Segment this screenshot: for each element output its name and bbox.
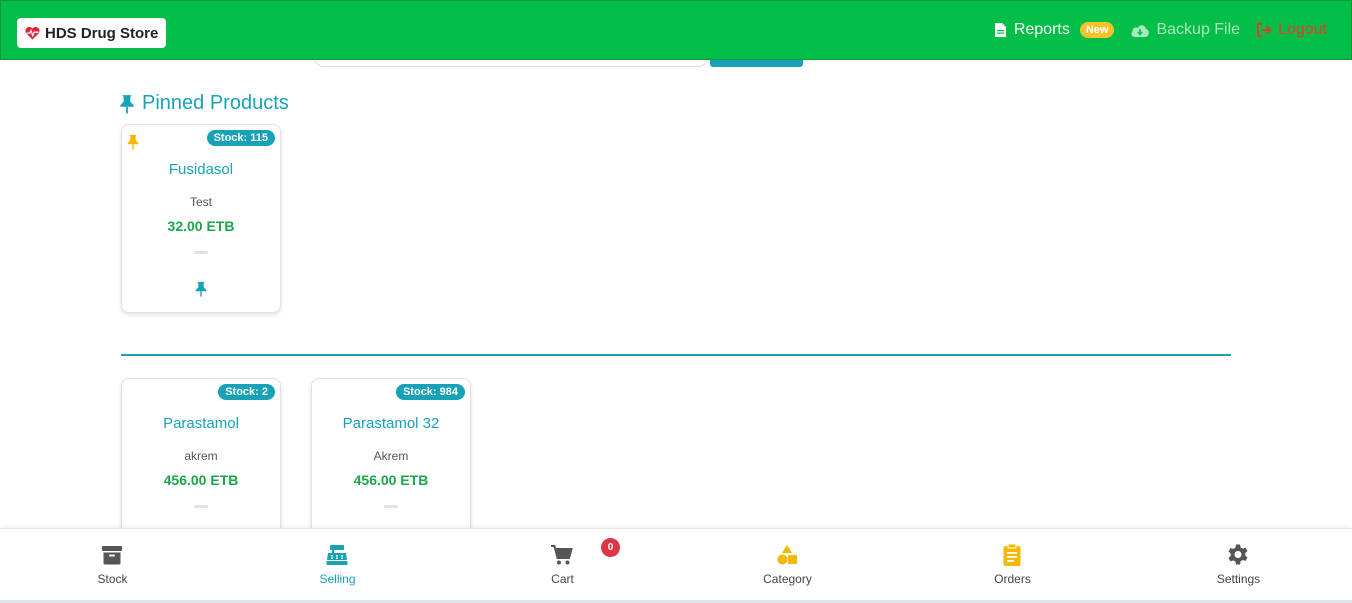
pinned-products-title: Pinned Products [142, 92, 289, 114]
stock-badge: Stock: 984 [395, 384, 465, 400]
reports-link[interactable]: Reports New [992, 21, 1115, 39]
product-name: Parastamol [163, 415, 239, 432]
thumbtack-icon [120, 94, 134, 113]
clipboard-icon [1003, 543, 1021, 566]
product-description: Test [189, 195, 212, 209]
shapes-icon [777, 545, 797, 565]
cloud-download-icon [1131, 25, 1150, 37]
bottom-navigation: Stock Selling 0 Cart Category Orders Set… [0, 528, 1352, 603]
heartbeat-icon [25, 26, 40, 40]
top-navbar: HDS Drug Store Reports New Backup File L… [0, 0, 1352, 60]
stock-badge: Stock: 2 [218, 384, 275, 400]
cart-icon [551, 545, 573, 565]
nav-category[interactable]: Category [675, 529, 900, 601]
nav-label-orders: Orders [994, 572, 1031, 586]
page: HDS Drug Store Reports New Backup File L… [0, 0, 1352, 603]
product-price: 456.00 ETB [353, 472, 429, 488]
nav-links: Reports New Backup File Logout [976, 21, 1327, 39]
file-icon [994, 23, 1006, 37]
logout-label: Logout [1278, 21, 1327, 38]
product-description: Akrem [373, 449, 409, 463]
product-price: 456.00 ETB [163, 472, 239, 488]
backup-file-link[interactable]: Backup File [1130, 21, 1240, 39]
nav-stock[interactable]: Stock [0, 529, 225, 601]
sign-out-icon [1257, 23, 1272, 37]
nav-label-cart: Cart [551, 572, 574, 586]
product-price: 32.00 ETB [167, 218, 235, 234]
reports-label: Reports [1013, 21, 1070, 38]
nav-selling[interactable]: Selling [225, 529, 450, 601]
section-divider [121, 354, 1231, 356]
nav-label-selling: Selling [319, 572, 356, 586]
stock-badge: Stock: 115 [206, 130, 275, 146]
brand-logo[interactable]: HDS Drug Store [17, 18, 167, 48]
archive-icon [102, 546, 122, 565]
pinned-products-heading: Pinned Products [118, 92, 289, 115]
quantity-placeholder [194, 505, 208, 508]
nav-label-category: Category [763, 572, 812, 586]
gear-icon [1228, 544, 1248, 565]
product-name: Parastamol 32 [342, 415, 440, 432]
logout-link[interactable]: Logout [1256, 21, 1327, 39]
unpin-button-icon[interactable] [194, 281, 208, 297]
nav-settings[interactable]: Settings [1126, 529, 1351, 601]
pinned-indicator-icon [127, 134, 139, 150]
brand-name: HDS Drug Store [45, 24, 159, 42]
backup-label: Backup File [1156, 21, 1241, 38]
cart-count-badge: 0 [601, 538, 620, 557]
nav-label-stock: Stock [97, 572, 128, 586]
cash-register-icon [326, 545, 348, 565]
quantity-placeholder [194, 251, 208, 254]
product-name: Fusidasol [168, 161, 234, 178]
nav-label-settings: Settings [1216, 572, 1261, 586]
nav-cart[interactable]: 0 Cart [450, 529, 675, 601]
product-description: akrem [184, 449, 218, 463]
nav-orders[interactable]: Orders [900, 529, 1125, 601]
new-badge: New [1079, 22, 1115, 38]
quantity-placeholder [384, 505, 398, 508]
product-card-fusidasol[interactable]: Stock: 115 Fusidasol Test 32.00 ETB [121, 124, 281, 313]
